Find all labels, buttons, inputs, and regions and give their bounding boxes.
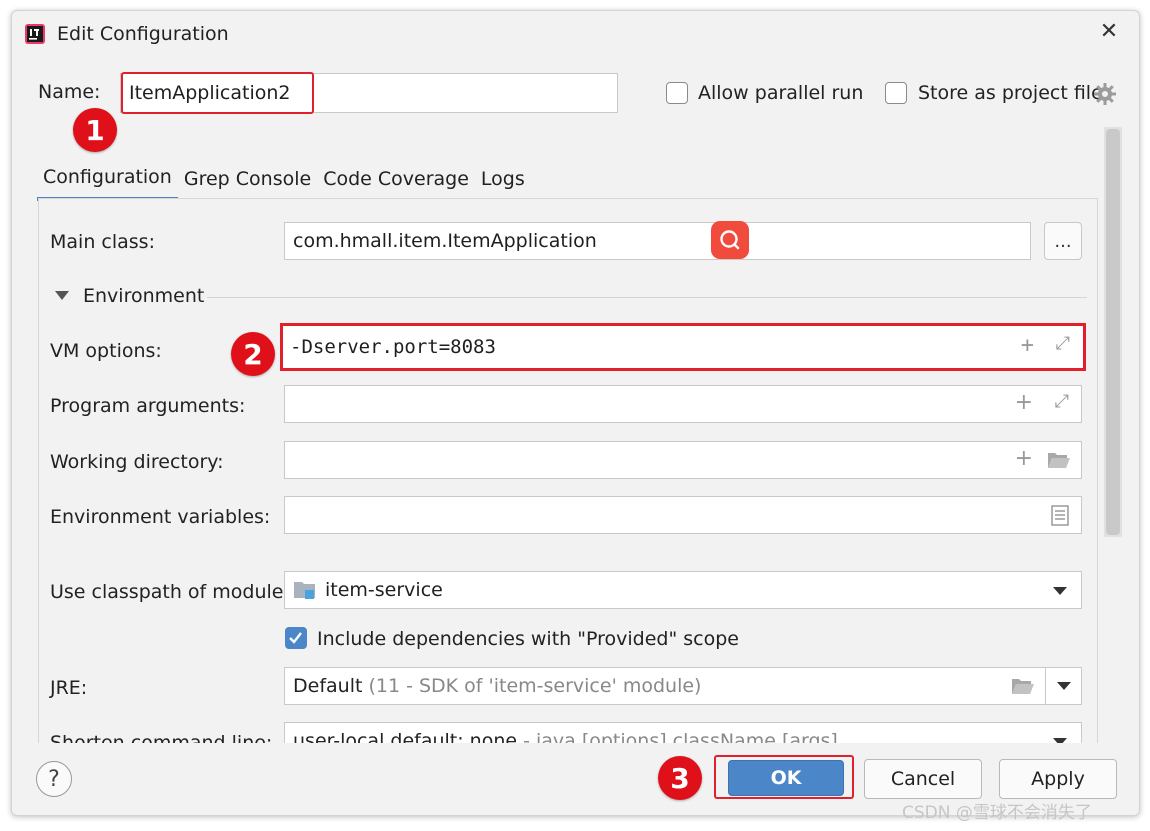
- name-highlight-box: [121, 72, 314, 114]
- cancel-button[interactable]: Cancel: [864, 759, 982, 799]
- environment-divider: [207, 297, 1087, 298]
- main-class-value: com.hmall.item.ItemApplication: [293, 230, 597, 252]
- add-icon[interactable]: +: [1021, 333, 1034, 358]
- shorten-detail: - java [options] className [args]: [523, 730, 838, 743]
- jre-select[interactable]: Default (11 - SDK of 'item-service' modu…: [284, 667, 1046, 705]
- classpath-label: Use classpath of module:: [50, 581, 290, 603]
- help-button[interactable]: ?: [36, 761, 72, 797]
- jre-default-value: Default: [293, 675, 363, 697]
- env-vars-input[interactable]: [284, 496, 1082, 534]
- chevron-down-icon[interactable]: [1053, 738, 1067, 743]
- ok-button[interactable]: OK: [728, 760, 844, 796]
- annotation-badge-3: 3: [658, 756, 702, 800]
- add-icon[interactable]: +: [1015, 446, 1033, 471]
- shorten-label: Shorten command line:: [50, 732, 273, 743]
- include-deps-label: Include dependencies with "Provided" sco…: [317, 628, 739, 650]
- tab-configuration[interactable]: Configuration: [37, 157, 178, 201]
- module-folder-icon: [294, 582, 315, 599]
- configuration-panel: Main class: com.hmall.item.ItemApplicati…: [38, 198, 1098, 743]
- document-icon[interactable]: [1051, 505, 1069, 526]
- allow-parallel-checkbox[interactable]: [666, 82, 688, 104]
- include-deps-checkbox[interactable]: [285, 627, 307, 649]
- apply-button[interactable]: Apply: [999, 759, 1117, 799]
- dialog-title: Edit Configuration: [57, 23, 229, 45]
- program-args-input[interactable]: + ⤢: [284, 385, 1082, 423]
- folder-open-icon[interactable]: [1047, 451, 1071, 469]
- checkmark-icon: [289, 632, 302, 644]
- chevron-down-icon: [1056, 682, 1071, 690]
- close-icon[interactable]: ✕: [1098, 21, 1120, 43]
- chevron-down-icon[interactable]: [55, 291, 69, 300]
- main-class-label: Main class:: [50, 231, 155, 253]
- annotation-badge-2: 2: [231, 332, 275, 376]
- search-icon: [720, 230, 740, 250]
- vm-options-input[interactable]: -Dserver.port=8083 + ⤢: [280, 323, 1086, 371]
- folder-open-icon[interactable]: [1011, 677, 1035, 695]
- name-label: Name:: [38, 81, 101, 103]
- vm-options-label: VM options:: [50, 340, 162, 362]
- working-dir-input[interactable]: +: [284, 441, 1082, 479]
- store-project-label: Store as project file: [918, 82, 1103, 104]
- watermark-text: CSDN @雪球不会消失了: [902, 803, 1092, 823]
- intellij-app-icon: [25, 24, 45, 44]
- expand-icon[interactable]: ⤢: [1055, 391, 1069, 412]
- chevron-down-icon[interactable]: [1053, 587, 1067, 595]
- program-args-label: Program arguments:: [50, 395, 246, 417]
- annotation-badge-1: 1: [73, 108, 117, 152]
- tab-logs[interactable]: Logs: [475, 157, 531, 201]
- add-icon[interactable]: +: [1015, 390, 1033, 415]
- vm-options-value: -Dserver.port=8083: [290, 336, 496, 358]
- shorten-value: user-local default: none: [293, 730, 518, 743]
- jre-label: JRE:: [50, 677, 88, 699]
- jre-dropdown-button[interactable]: [1045, 667, 1082, 705]
- store-project-checkbox[interactable]: [885, 82, 907, 104]
- gear-icon[interactable]: [1093, 82, 1117, 106]
- expand-icon[interactable]: ⤢: [1056, 333, 1070, 354]
- classpath-module-select[interactable]: item-service: [284, 571, 1082, 609]
- tab-grep-console[interactable]: Grep Console: [178, 157, 317, 201]
- allow-parallel-label: Allow parallel run: [698, 82, 864, 104]
- tab-bar: Configuration Grep Console Code Coverage…: [37, 157, 531, 201]
- shorten-cmd-select[interactable]: user-local default: none - java [options…: [284, 722, 1082, 743]
- main-class-input[interactable]: com.hmall.item.ItemApplication: [284, 222, 1031, 260]
- working-dir-label: Working directory:: [50, 451, 224, 473]
- search-overlay-icon: [711, 221, 749, 259]
- scrollbar-thumb[interactable]: [1106, 129, 1120, 535]
- browse-main-class-button[interactable]: ...: [1044, 222, 1082, 260]
- edit-configuration-dialog: Edit Configuration ✕ Name: ItemApplicati…: [11, 10, 1140, 816]
- env-vars-label: Environment variables:: [50, 506, 271, 528]
- jre-detail: (11 - SDK of 'item-service' module): [368, 675, 702, 697]
- tab-code-coverage[interactable]: Code Coverage: [317, 157, 475, 201]
- environment-section-label: Environment: [83, 285, 205, 307]
- classpath-module-value: item-service: [325, 579, 443, 601]
